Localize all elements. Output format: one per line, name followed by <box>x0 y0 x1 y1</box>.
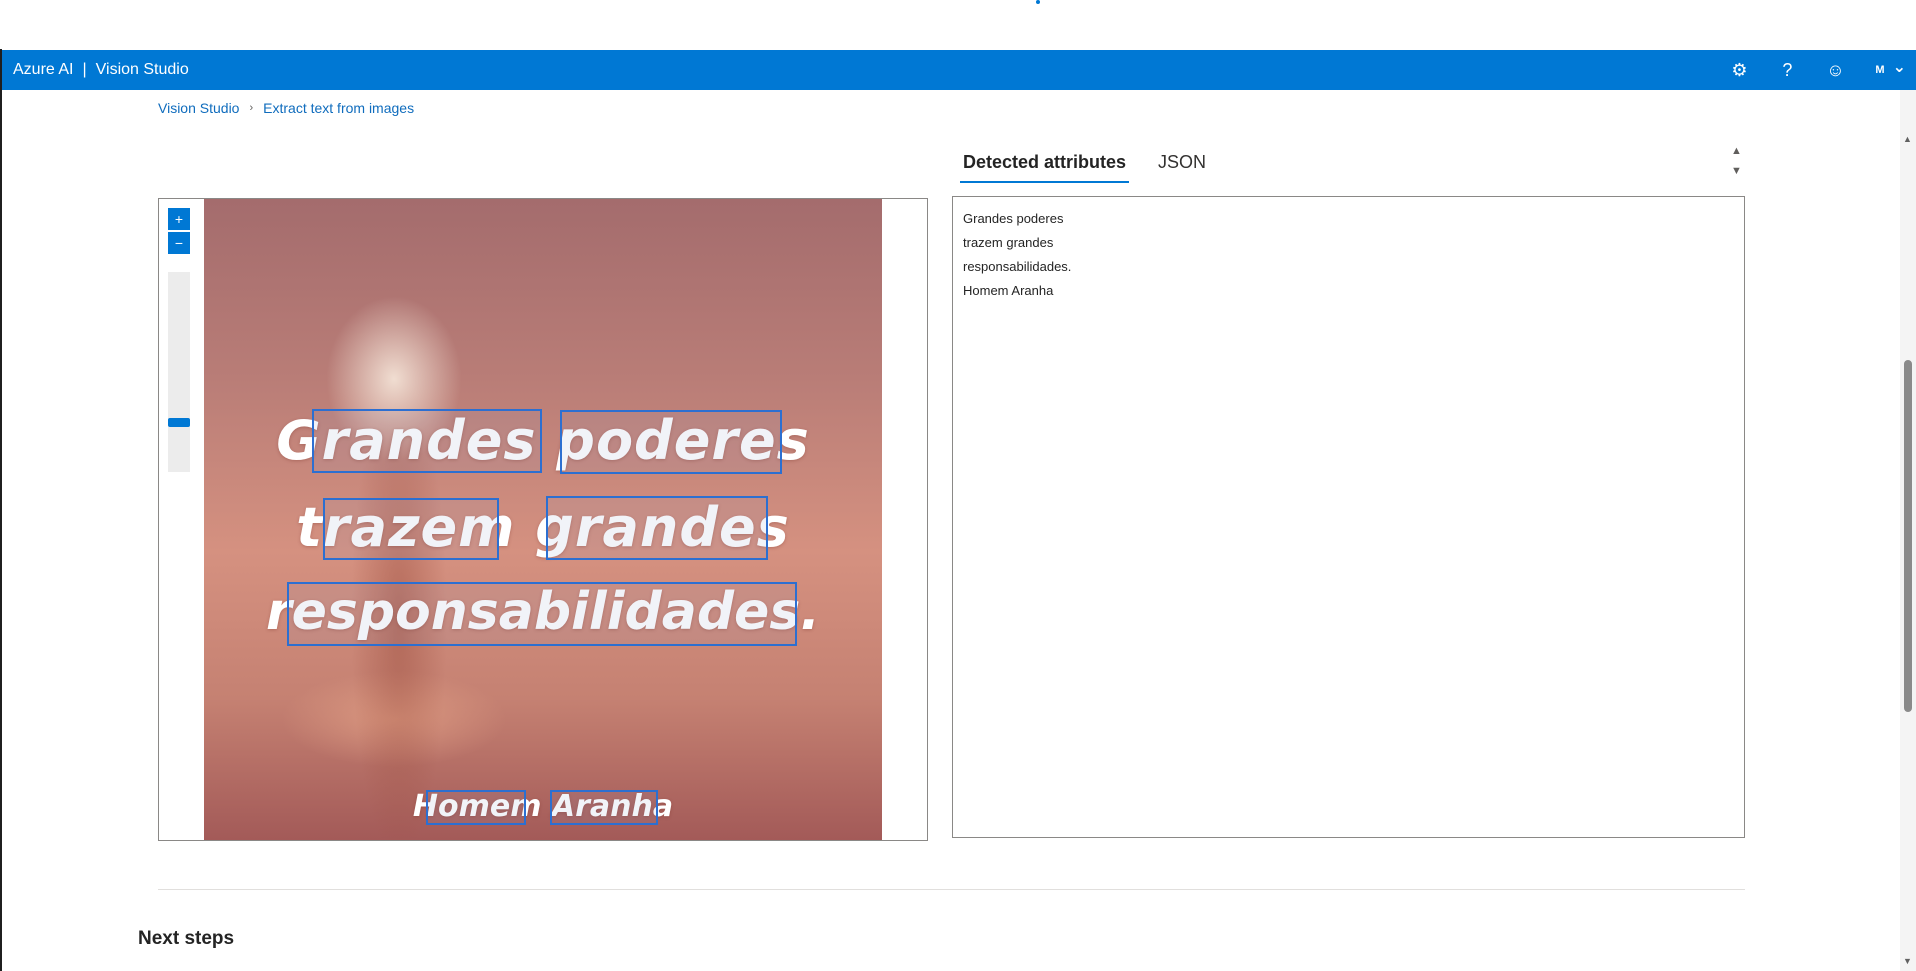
word-bounding-box[interactable] <box>550 790 658 825</box>
image-text-line-2: trazem grandes <box>296 496 790 559</box>
word-bounding-box[interactable] <box>323 498 499 560</box>
result-line: Grandes poderes <box>963 211 1064 226</box>
scrollbar-down-arrow-icon[interactable]: ▼ <box>1903 956 1912 966</box>
detected-text-panel: Grandes poderes trazem grandes responsab… <box>952 196 1745 838</box>
word-bounding-box[interactable] <box>426 790 526 825</box>
breadcrumb-extract-text[interactable]: Extract text from images <box>263 100 414 116</box>
account-menu-button[interactable]: M ⌄ <box>1859 59 1916 77</box>
results-scroll-controls: ▲ ▼ <box>1731 144 1742 178</box>
result-line: Homem Aranha <box>963 283 1054 298</box>
chevron-down-icon: ⌄ <box>1892 59 1906 76</box>
avatar: M <box>1875 64 1885 76</box>
scroll-down-icon[interactable]: ▼ <box>1731 164 1742 178</box>
image-text-line-4: Homem Aranha <box>412 789 674 824</box>
tab-detected-attributes[interactable]: Detected attributes <box>960 148 1130 183</box>
zoom-out-button[interactable]: − <box>168 232 190 254</box>
result-line: trazem grandes <box>963 235 1054 250</box>
word-bounding-box[interactable] <box>287 582 797 646</box>
word-bounding-box[interactable] <box>546 496 768 560</box>
brand[interactable]: Azure AI | Vision Studio <box>2 61 189 79</box>
word-bounding-box[interactable] <box>312 409 542 473</box>
result-line: responsabilidades. <box>963 259 1072 274</box>
scrollbar-up-arrow-icon[interactable]: ▲ <box>1903 134 1912 144</box>
breadcrumb-vision-studio[interactable]: Vision Studio <box>158 100 239 116</box>
breadcrumb: Vision Studio › Extract text from images <box>158 100 414 116</box>
result-tabs: Detected attributes JSON <box>960 148 1209 183</box>
tab-json[interactable]: JSON <box>1155 148 1209 183</box>
feedback-smiley-icon[interactable]: ☺ <box>1811 50 1859 90</box>
scrollbar-thumb[interactable] <box>1904 360 1912 712</box>
section-divider <box>158 889 1745 890</box>
image-viewer-panel: + − Grandes poderes trazem grandes respo… <box>158 198 928 841</box>
app-header-bar: Azure AI | Vision Studio ⚙ ? ☺ M ⌄ <box>2 50 1916 90</box>
zoom-in-button[interactable]: + <box>168 208 190 230</box>
zoom-slider-thumb[interactable] <box>168 418 190 427</box>
help-question-icon[interactable]: ? <box>1763 50 1811 90</box>
header-actions: ⚙ ? ☺ M ⌄ <box>1715 50 1916 90</box>
chevron-right-icon: › <box>249 102 254 114</box>
brand-vision-studio: Vision Studio <box>95 61 189 78</box>
scroll-up-icon[interactable]: ▲ <box>1731 144 1742 158</box>
word-bounding-box[interactable] <box>560 410 782 474</box>
loading-dot <box>1036 0 1040 4</box>
analyzed-image: Grandes poderes trazem grandes responsab… <box>204 199 882 840</box>
brand-separator: | <box>82 61 87 78</box>
next-steps-heading: Next steps <box>138 928 235 949</box>
zoom-slider-track[interactable] <box>168 272 190 472</box>
zoom-controls: + − <box>168 208 190 472</box>
settings-gear-icon[interactable]: ⚙ <box>1715 50 1763 90</box>
brand-azure-ai: Azure AI <box>13 61 74 78</box>
page-scrollbar[interactable]: ▲ ▼ <box>1900 90 1916 971</box>
